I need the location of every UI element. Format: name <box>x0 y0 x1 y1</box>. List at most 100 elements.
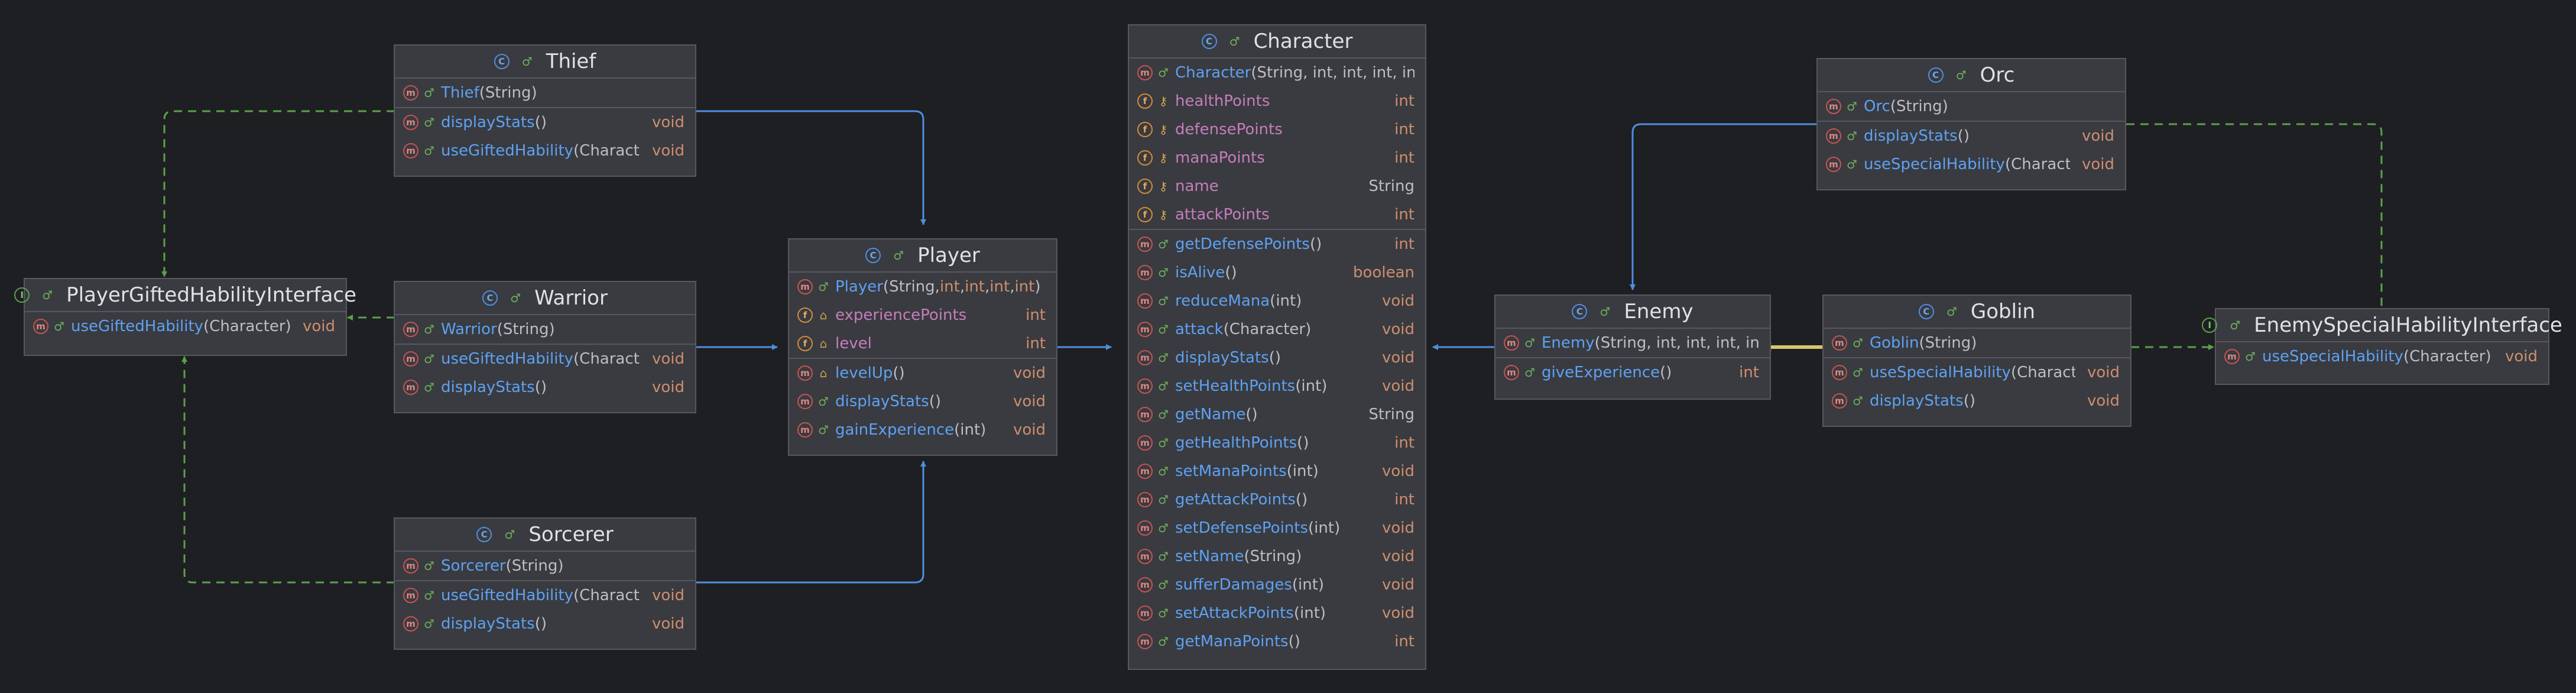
field-name: experiencePoints <box>835 306 967 324</box>
member-row[interactable]: m ♂ useSpecialHability(Character) void <box>2216 342 2548 371</box>
member-row[interactable]: m ♂ getName() String <box>1129 400 1425 429</box>
node-header: C ♂ Orc <box>1818 59 2125 92</box>
member-name: useGiftedHability <box>441 350 574 368</box>
field-row[interactable]: f ⌂ level int <box>789 329 1056 358</box>
param-separator: , <box>1010 278 1015 296</box>
member-row[interactable]: m ♂ useGiftedHability(Character) void <box>395 344 695 373</box>
member-type: void <box>2504 348 2538 365</box>
member-row[interactable]: m ♂ useGiftedHability(Character) void <box>395 580 695 610</box>
class-icon: C <box>494 54 510 69</box>
field-row[interactable]: f ⚷ attackPoints int <box>1129 200 1425 229</box>
member-row[interactable]: m ♂ displayStats() void <box>395 373 695 401</box>
member-row[interactable]: m ⌂ levelUp() void <box>789 358 1056 387</box>
member-row[interactable]: m ♂ getAttackPoints() int <box>1129 485 1425 514</box>
node-title: Enemy <box>1624 300 1693 323</box>
interface-icon: I <box>14 287 30 303</box>
member-row[interactable]: m ♂ Thief (String) <box>395 79 695 107</box>
member-row[interactable]: m ♂ setAttackPoints (int) void <box>1129 599 1425 627</box>
member-row[interactable]: m ♂ Goblin (String) <box>1824 329 2130 357</box>
member-row[interactable]: m ♂ Character (String, int, int, int, int… <box>1129 59 1425 87</box>
field-row[interactable]: f ⚷ defensePoints int <box>1129 115 1425 144</box>
character-class-node[interactable]: C ♂ Character m ♂ Character (String, int,… <box>1128 24 1426 670</box>
public-visibility-icon: ♂ <box>504 527 515 542</box>
member-name: setHealthPoints <box>1175 377 1296 395</box>
member-row[interactable]: m ♂ isAlive() boolean <box>1129 258 1425 287</box>
field-name: attackPoints <box>1175 206 1270 224</box>
field-icon: f <box>1137 150 1153 166</box>
member-type: int <box>1739 364 1759 381</box>
member-name: Character <box>1175 64 1251 82</box>
member-row[interactable]: m ♂ getHealthPoints() int <box>1129 429 1425 457</box>
member-row[interactable]: m ♂ gainExperience (int) void <box>789 416 1056 444</box>
thief-class-node[interactable]: C ♂ Thief m ♂ Thief (String) m ♂ displayS… <box>394 44 696 177</box>
orc-class-node[interactable]: C ♂ Orc m ♂ Orc (String) m ♂ displayStats… <box>1816 58 2126 190</box>
member-row[interactable]: m ♂ Enemy (String, int, int, int, int) <box>1495 329 1770 357</box>
member-row[interactable]: m ♂ displayStats() void <box>395 610 695 638</box>
class-icon: C <box>1572 304 1588 319</box>
class-icon: C <box>476 527 492 542</box>
member-row[interactable]: m ♂ getDefensePoints() int <box>1129 229 1425 258</box>
field-row[interactable]: f ⚷ manaPoints int <box>1129 144 1425 172</box>
member-row[interactable]: m ♂ setHealthPoints (int) void <box>1129 372 1425 400</box>
member-type: int <box>1394 633 1414 650</box>
member-row[interactable]: m ♂ setName (String) void <box>1129 542 1425 571</box>
public-visibility-icon: ♂ <box>1847 157 1857 171</box>
member-params: (int) <box>1286 462 1319 480</box>
member-params: (Character) <box>1223 320 1312 338</box>
member-params: (String) <box>1919 334 1977 352</box>
member-row[interactable]: m ♂ useSpecialHability(Character) void <box>1824 357 2130 387</box>
member-type: void <box>1013 364 1046 382</box>
member-row[interactable]: m ♂ displayStats() void <box>1818 121 2125 150</box>
field-name: healthPoints <box>1175 92 1270 110</box>
class-icon: C <box>1201 34 1217 49</box>
field-row[interactable]: f ⚷ healthPoints int <box>1129 87 1425 115</box>
member-row[interactable]: m ♂ getManaPoints() int <box>1129 627 1425 656</box>
field-row[interactable]: f ⚷ name String <box>1129 172 1425 200</box>
member-row[interactable]: m ♂ attack (Character) void <box>1129 315 1425 344</box>
member-row[interactable]: m ♂ sufferDamages (int) void <box>1129 571 1425 599</box>
member-row[interactable]: m ♂ useGiftedHability(Character) void <box>25 312 346 341</box>
enemy-class-node[interactable]: C ♂ Enemy m ♂ Enemy (String, int, int, in… <box>1494 294 1771 400</box>
member-name: useSpecialHability <box>2262 348 2403 365</box>
edge-sorcerer-extends-player <box>696 461 926 584</box>
goblin-class-node[interactable]: C ♂ Goblin m ♂ Goblin (String) m ♂ useSpe… <box>1822 294 2131 427</box>
member-row[interactable]: m ♂ Orc (String) <box>1818 92 2125 121</box>
member-row[interactable]: m ♂ displayStats() void <box>395 107 695 137</box>
field-icon: f <box>1137 93 1153 109</box>
field-row[interactable]: f ⌂ experiencePoints int <box>789 301 1056 329</box>
enemy-special-hability-interface-node[interactable]: I ♂ EnemySpecialHabilityInterface m ♂ us… <box>2202 308 2562 385</box>
method-icon: m <box>1504 335 1519 351</box>
member-row[interactable]: m ♂ Player (String, int, int, int, int) <box>789 273 1056 301</box>
warrior-class-node[interactable]: C ♂ Warrior m ♂ Warrior (String) m ♂ useG… <box>394 281 696 413</box>
member-name: displayStats <box>1175 349 1269 367</box>
member-name: useGiftedHability <box>441 587 574 604</box>
member-params: (Character) <box>2403 348 2491 365</box>
member-row[interactable]: m ♂ Sorcerer (String) <box>395 552 695 580</box>
public-visibility-icon: ♂ <box>424 86 434 100</box>
member-row[interactable]: m ♂ Warrior (String) <box>395 315 695 344</box>
member-row[interactable]: m ♂ displayStats() void <box>789 387 1056 416</box>
method-icon: m <box>403 322 418 337</box>
field-name: level <box>835 335 872 352</box>
member-row[interactable]: m ♂ setDefensePoints (int) void <box>1129 514 1425 542</box>
member-row[interactable]: m ♂ displayStats() void <box>1129 344 1425 372</box>
member-row[interactable]: m ♂ useSpecialHability(Character) void <box>1818 150 2125 179</box>
member-name: Orc <box>1864 98 1890 115</box>
method-icon: m <box>403 588 418 603</box>
player-class-node[interactable]: C ♂ Player m ♂ Player (String, int, int, … <box>788 238 1057 456</box>
member-type: void <box>1381 548 1414 565</box>
member-row[interactable]: m ♂ displayStats() void <box>1824 387 2130 415</box>
member-row[interactable]: m ♂ setManaPoints (int) void <box>1129 457 1425 485</box>
public-visibility-icon: ♂ <box>424 352 434 366</box>
member-row[interactable]: m ♂ useGiftedHability(Character) void <box>395 137 695 165</box>
member-row[interactable]: m ♂ reduceMana (int) void <box>1129 287 1425 315</box>
member-params: () <box>1297 434 1309 452</box>
node-title: Goblin <box>1970 300 2036 323</box>
public-visibility-icon: ♂ <box>1158 634 1169 649</box>
public-visibility-icon: ♂ <box>1158 521 1169 535</box>
member-row[interactable]: m ♂ giveExperience() int <box>1495 357 1770 387</box>
player-gifted-hability-interface-node[interactable]: I ♂ PlayerGiftedHabilityInterface m ♂ us… <box>14 278 356 356</box>
sorcerer-class-node[interactable]: C ♂ Sorcerer m ♂ Sorcerer (String) m ♂ us… <box>394 517 696 650</box>
member-params: (int) <box>954 421 987 439</box>
member-type: void <box>2087 364 2120 381</box>
